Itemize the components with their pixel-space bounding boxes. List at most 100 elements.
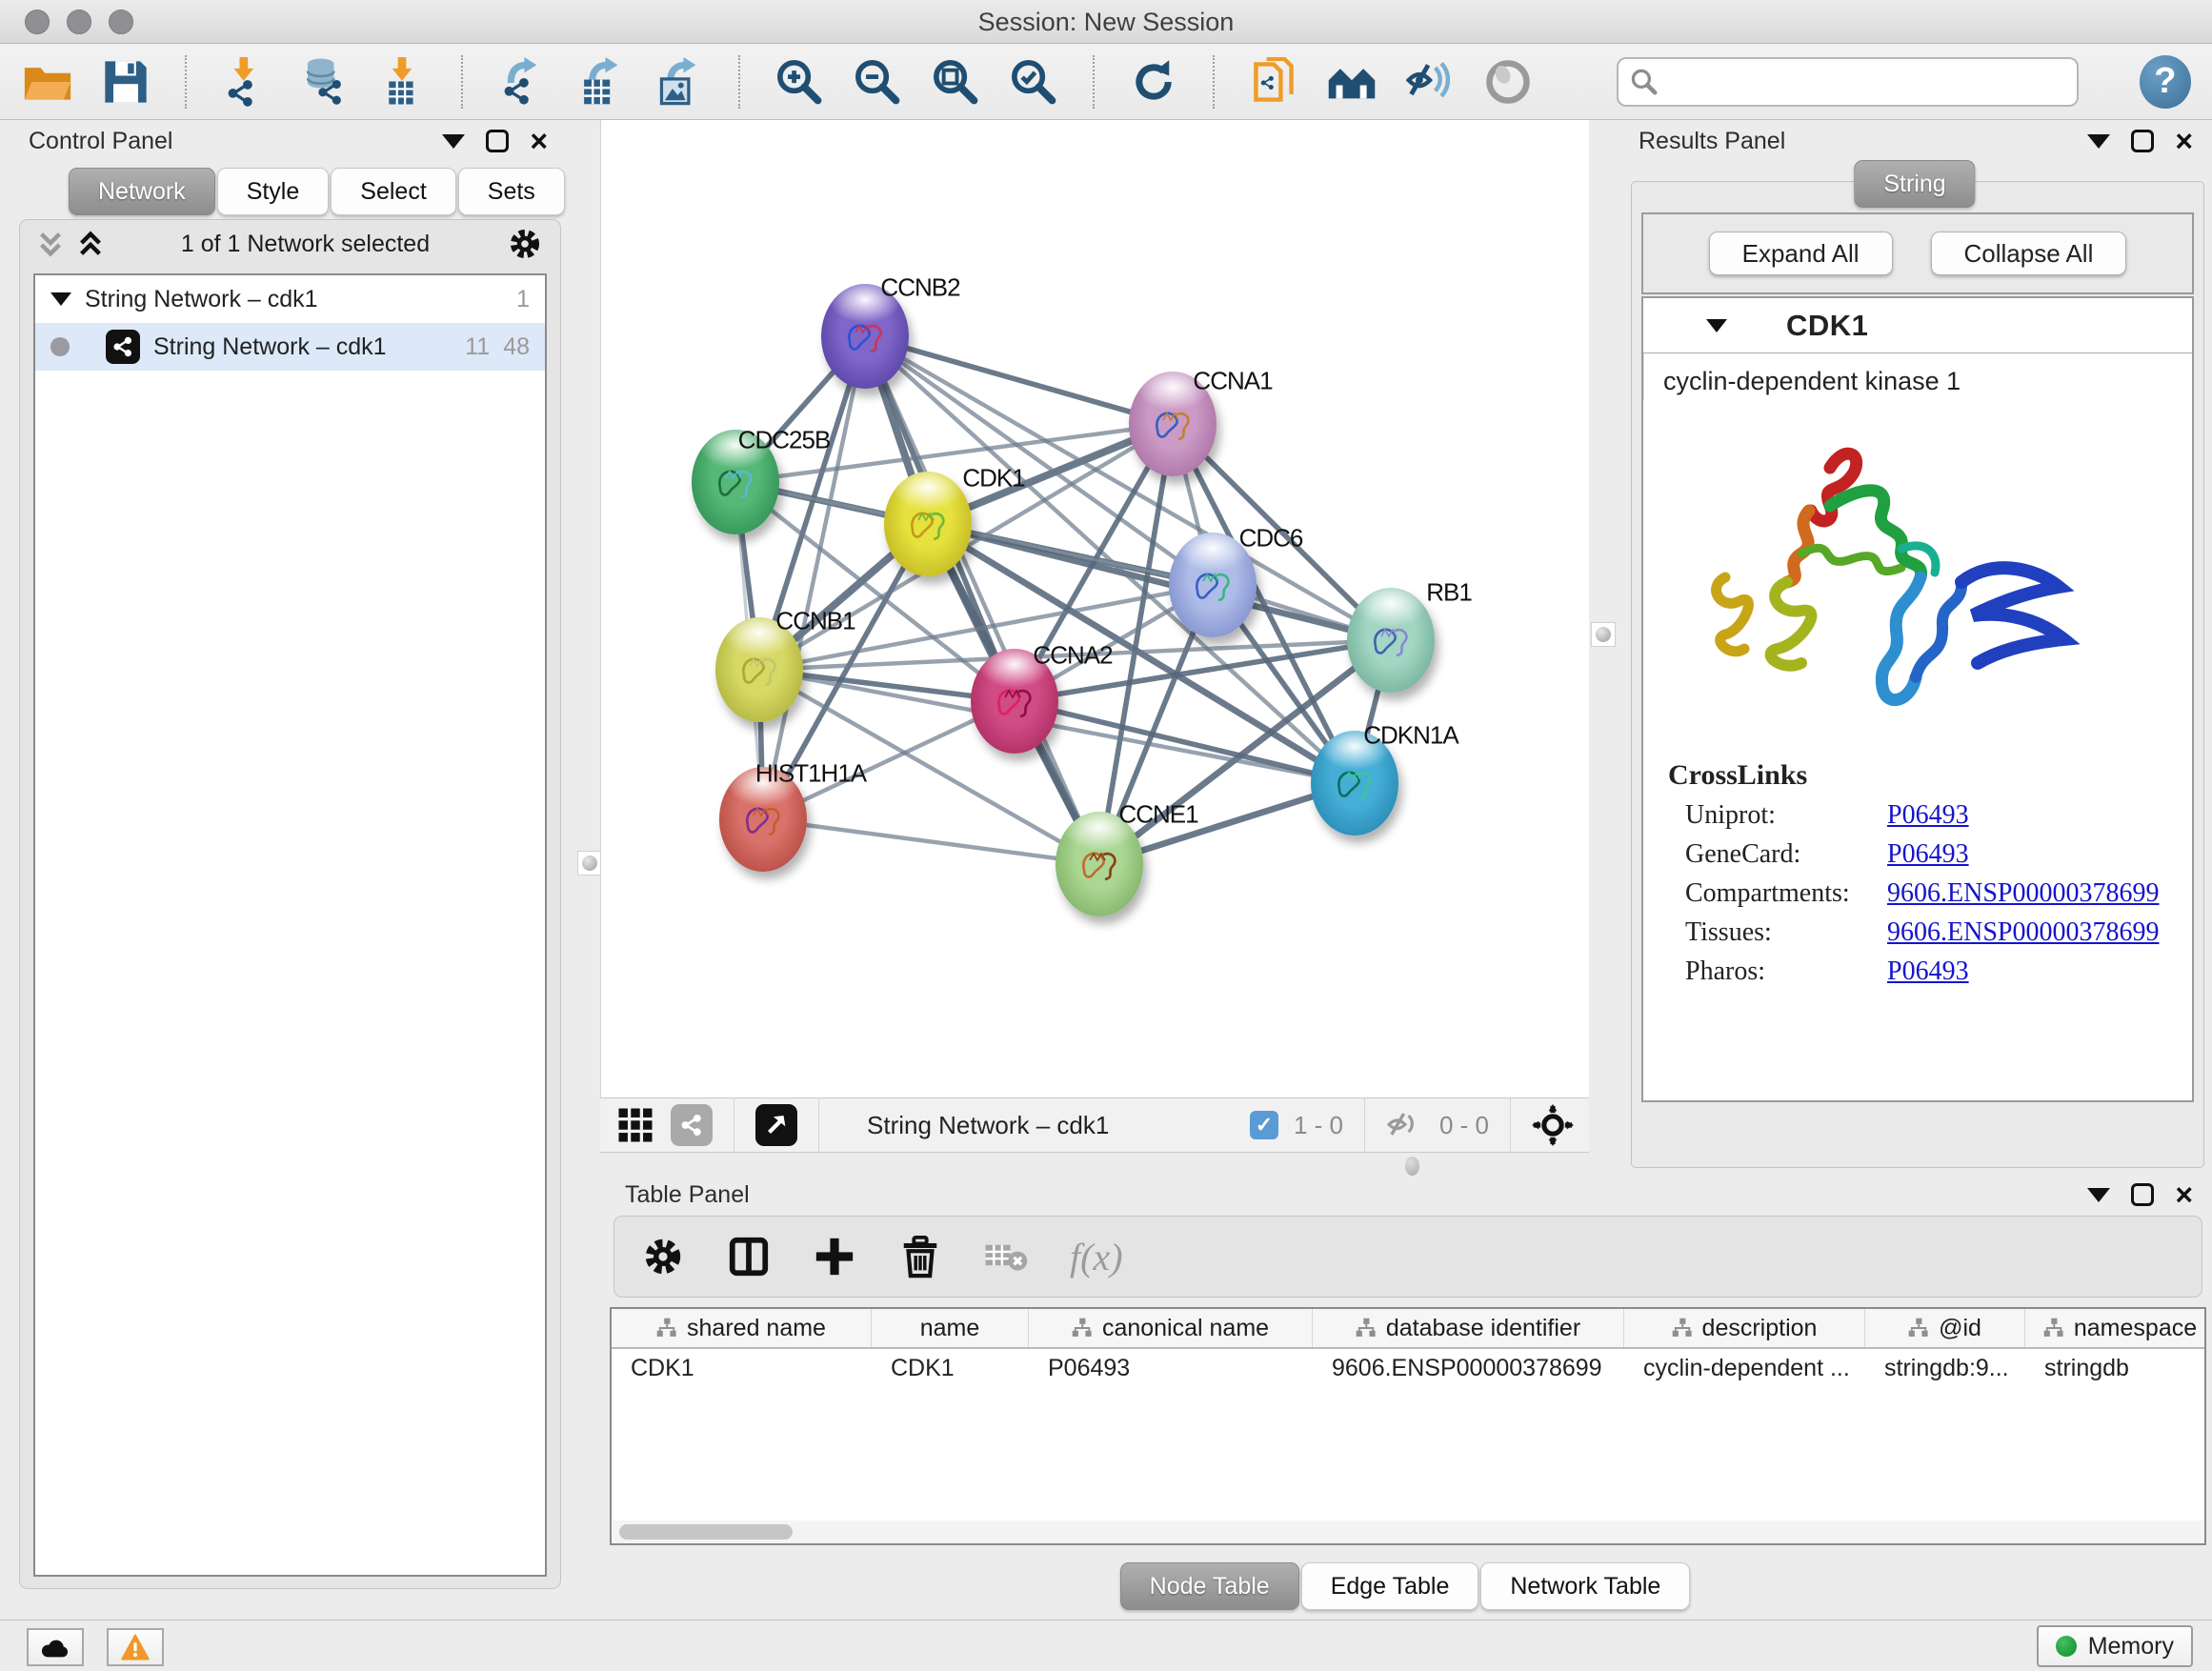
collapse-all-networks-icon[interactable] xyxy=(77,230,104,258)
expand-all-networks-icon[interactable] xyxy=(37,230,64,258)
bottom-splitter-handle[interactable] xyxy=(1405,1157,1419,1176)
control-panel: Control Panel × Network Style Select Set… xyxy=(10,120,567,1589)
tab-network-table[interactable]: Network Table xyxy=(1480,1562,1690,1610)
left-splitter-handle[interactable] xyxy=(577,851,602,876)
crosslink-value-link[interactable]: 9606.ENSP00000378699 xyxy=(1887,917,2159,948)
collapse-panel-icon[interactable] xyxy=(2087,134,2110,149)
save-session-icon[interactable] xyxy=(99,54,152,110)
expand-all-button[interactable]: Expand All xyxy=(1709,232,1893,275)
import-network-database-icon[interactable] xyxy=(297,54,351,110)
cloud-button[interactable] xyxy=(27,1628,84,1666)
import-network-file-icon[interactable] xyxy=(219,54,272,110)
zoom-fit-icon[interactable] xyxy=(929,54,982,110)
network-canvas-container[interactable]: CCNB2CCNA1CDC25BCDK1CDC6RB1CCNB1CCNA2CDK… xyxy=(600,120,1589,1097)
table-cell[interactable]: 9606.ENSP00000378699 xyxy=(1313,1355,1624,1382)
zoom-out-icon[interactable] xyxy=(851,54,904,110)
help-button[interactable]: ? xyxy=(2140,55,2191,109)
node-table[interactable]: shared name name canonical name database id… xyxy=(610,1307,2206,1545)
collapse-panel-icon[interactable] xyxy=(442,134,465,149)
open-session-icon[interactable] xyxy=(21,54,74,110)
table-cell[interactable]: P06493 xyxy=(1029,1355,1313,1382)
table-row[interactable]: CDK1CDK1P064939606.ENSP00000378699cyclin… xyxy=(612,1349,2204,1387)
toolbar-separator xyxy=(461,55,463,109)
tab-network[interactable]: Network xyxy=(69,168,215,215)
column-header-label: shared name xyxy=(687,1315,826,1342)
collapse-all-button[interactable]: Collapse All xyxy=(1931,232,2127,275)
delete-column-icon[interactable] xyxy=(898,1235,942,1278)
tab-style[interactable]: Style xyxy=(217,168,330,215)
close-panel-icon[interactable]: × xyxy=(2175,1183,2193,1206)
zoom-in-icon[interactable] xyxy=(773,54,826,110)
column-header[interactable]: namespace xyxy=(2025,1309,2206,1347)
column-header[interactable]: description xyxy=(1624,1309,1865,1347)
column-header[interactable]: canonical name xyxy=(1029,1309,1313,1347)
hide-selected-icon[interactable] xyxy=(1403,54,1457,110)
birdseye-icon[interactable] xyxy=(755,1104,797,1146)
crosslink-value-link[interactable]: 9606.ENSP00000378699 xyxy=(1887,878,2159,909)
table-cell[interactable]: CDK1 xyxy=(612,1355,872,1382)
crosslink-label: Pharos: xyxy=(1685,956,1887,987)
column-header-label: canonical name xyxy=(1102,1315,1269,1342)
grid-view-icon[interactable] xyxy=(615,1105,655,1145)
control-panel-title: Control Panel xyxy=(29,128,172,155)
column-header[interactable]: database identifier xyxy=(1313,1309,1624,1347)
network-collection-row[interactable]: String Network – cdk1 1 xyxy=(35,275,545,323)
crosslink-value-link[interactable]: P06493 xyxy=(1887,956,1969,987)
table-cell[interactable]: CDK1 xyxy=(872,1355,1029,1382)
gear-icon[interactable] xyxy=(641,1235,685,1278)
network-node-CDK1[interactable] xyxy=(884,472,972,576)
clone-network-icon[interactable] xyxy=(1247,54,1300,110)
tab-node-table[interactable]: Node Table xyxy=(1120,1562,1299,1610)
split-columns-icon[interactable] xyxy=(727,1235,771,1278)
table-cell[interactable]: stringdb:9... xyxy=(1865,1355,2025,1382)
network-view-toolbar: String Network – cdk1 ✓ 1 - 0 0 - 0 xyxy=(600,1097,1589,1153)
memory-button[interactable]: Memory xyxy=(2037,1625,2193,1667)
import-table-file-icon[interactable] xyxy=(375,54,429,110)
warnings-button[interactable] xyxy=(107,1628,164,1666)
export-network-icon[interactable] xyxy=(495,54,549,110)
table-cell[interactable]: stringdb xyxy=(2025,1355,2206,1382)
float-panel-icon[interactable] xyxy=(2131,130,2154,152)
share-view-icon[interactable] xyxy=(671,1104,713,1146)
table-cell[interactable]: cyclin-dependent ... xyxy=(1624,1355,1865,1382)
window-title: Session: New Session xyxy=(0,8,2212,37)
first-neighbors-icon[interactable] xyxy=(1325,54,1378,110)
network-options-gear-icon[interactable] xyxy=(507,226,543,262)
search-input[interactable] xyxy=(1668,68,2064,95)
close-panel-icon[interactable]: × xyxy=(2175,130,2193,152)
export-table-icon[interactable] xyxy=(573,54,627,110)
column-header[interactable]: @id xyxy=(1865,1309,2025,1347)
add-column-icon[interactable] xyxy=(813,1235,856,1278)
tab-select[interactable]: Select xyxy=(331,168,455,215)
collection-expand-icon[interactable] xyxy=(50,292,71,306)
selected-checkbox[interactable]: ✓ xyxy=(1250,1111,1278,1139)
tab-edge-table[interactable]: Edge Table xyxy=(1301,1562,1479,1610)
float-panel-icon[interactable] xyxy=(2131,1183,2154,1206)
tab-sets[interactable]: Sets xyxy=(458,168,565,215)
zoom-selected-icon[interactable] xyxy=(1007,54,1060,110)
scrollbar-thumb[interactable] xyxy=(619,1524,793,1540)
toolbar-search[interactable] xyxy=(1617,57,2078,107)
show-graphics-details-icon[interactable] xyxy=(1481,54,1535,110)
export-image-icon[interactable] xyxy=(653,54,706,110)
refresh-view-icon[interactable] xyxy=(1127,54,1180,110)
network-row[interactable]: String Network – cdk1 11 48 xyxy=(35,323,545,371)
network-selection-status: 1 of 1 Network selected xyxy=(117,231,493,258)
column-header[interactable]: shared name xyxy=(612,1309,872,1347)
crosslink-value-link[interactable]: P06493 xyxy=(1887,839,1969,870)
gene-collapse-icon[interactable] xyxy=(1706,319,1727,332)
crosshair-icon[interactable] xyxy=(1532,1104,1574,1146)
gene-description: cyclin-dependent kinase 1 xyxy=(1643,353,2192,400)
tab-string[interactable]: String xyxy=(1854,160,1975,208)
crosslink-value-link[interactable]: P06493 xyxy=(1887,800,1969,831)
column-header[interactable]: name xyxy=(872,1309,1029,1347)
collapse-panel-icon[interactable] xyxy=(2087,1188,2110,1202)
network-node-RB1[interactable] xyxy=(1347,588,1435,693)
network-current-dot xyxy=(50,337,70,356)
right-splitter-handle[interactable] xyxy=(1591,622,1616,647)
gene-header[interactable]: CDK1 xyxy=(1643,298,2192,353)
float-panel-icon[interactable] xyxy=(486,130,509,152)
close-panel-icon[interactable]: × xyxy=(530,130,548,152)
table-h-scrollbar[interactable] xyxy=(612,1520,2204,1543)
function-builder-label: f(x) xyxy=(1070,1235,1123,1279)
